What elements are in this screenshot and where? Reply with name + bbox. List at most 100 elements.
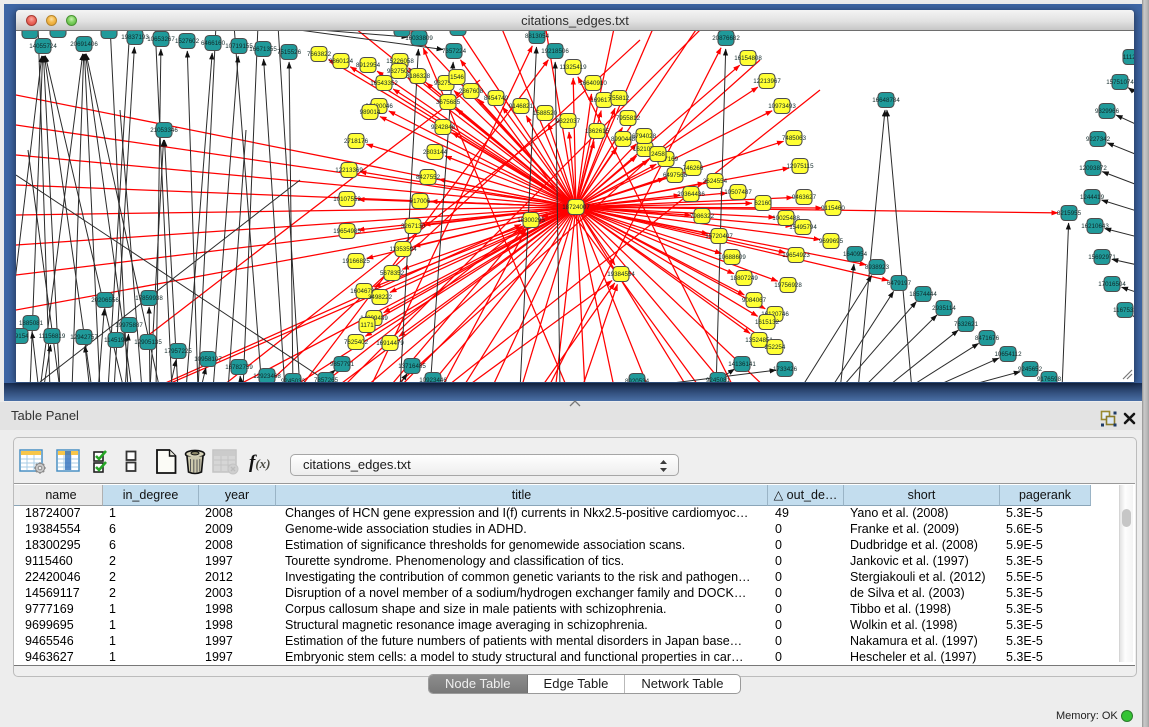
- svg-text:8920534: 8920534: [625, 378, 650, 382]
- svg-text:12942757: 12942757: [70, 334, 98, 341]
- svg-text:2718176: 2718176: [344, 138, 369, 145]
- svg-text:9329966: 9329966: [1095, 108, 1120, 115]
- svg-text:3675685: 3675685: [436, 99, 461, 106]
- svg-text:11353594: 11353594: [389, 246, 417, 253]
- svg-text:19218506: 19218506: [541, 48, 569, 55]
- svg-text:15495794: 15495794: [789, 224, 817, 231]
- svg-text:39154: 39154: [16, 333, 29, 340]
- svg-text:6794028: 6794028: [632, 133, 657, 140]
- svg-text:10107553: 10107553: [333, 196, 361, 203]
- svg-text:18807249: 18807249: [730, 275, 758, 282]
- svg-text:3624554: 3624554: [703, 178, 728, 185]
- svg-text:8990448: 8990448: [611, 136, 636, 143]
- svg-text:20876682: 20876682: [712, 35, 740, 42]
- svg-text:15751074: 15751074: [1106, 79, 1134, 86]
- svg-text:1588520: 1588520: [533, 110, 558, 117]
- svg-text:1171: 1171: [360, 322, 374, 329]
- svg-text:1244419: 1244419: [1080, 194, 1105, 201]
- svg-text:3267130: 3267130: [401, 223, 426, 230]
- svg-text:9857791: 9857791: [330, 361, 355, 368]
- svg-text:2803144: 2803144: [423, 149, 448, 156]
- svg-text:16210643: 16210643: [1081, 223, 1109, 230]
- svg-text:917006: 917006: [410, 198, 431, 205]
- svg-text:10653267: 10653267: [147, 36, 175, 43]
- svg-text:9699695: 9699695: [819, 238, 844, 245]
- svg-text:1546: 1546: [450, 74, 464, 81]
- svg-text:9463627: 9463627: [792, 194, 817, 201]
- svg-text:19166825: 19166825: [342, 258, 370, 265]
- svg-text:252254: 252254: [765, 344, 786, 351]
- svg-text:12093872: 12093872: [1079, 165, 1107, 172]
- svg-text:15720407: 15720407: [705, 233, 733, 240]
- svg-text:7625402: 7625402: [344, 339, 369, 346]
- svg-text:17859938: 17859938: [135, 295, 163, 302]
- svg-text:20691406: 20691406: [70, 41, 98, 48]
- svg-text:17957225: 17957225: [164, 348, 192, 355]
- svg-text:8813054: 8813054: [525, 33, 550, 40]
- svg-text:7515526: 7515526: [277, 49, 302, 56]
- svg-text:19654923: 19654923: [782, 252, 810, 259]
- svg-text:19975887: 19975887: [115, 322, 143, 329]
- svg-text:9860124: 9860124: [329, 58, 354, 65]
- svg-text:3498222: 3498222: [368, 294, 393, 301]
- svg-text:10654112: 10654112: [994, 351, 1022, 358]
- svg-text:12905135: 12905135: [134, 339, 162, 346]
- svg-text:9245033: 9245033: [281, 378, 306, 382]
- svg-text:15692971: 15692971: [1088, 254, 1116, 261]
- svg-text:13716485: 13716485: [398, 363, 426, 370]
- svg-text:1527602: 1527602: [175, 38, 200, 45]
- svg-text:755812: 755812: [609, 95, 630, 102]
- svg-text:6479197: 6479197: [887, 280, 912, 287]
- svg-text:11123: 11123: [1123, 54, 1134, 61]
- svg-text:1733426: 1733426: [773, 366, 798, 373]
- svg-text:9227342: 9227342: [1086, 136, 1111, 143]
- svg-text:8215955: 8215955: [1057, 210, 1082, 217]
- svg-text:16671355: 16671355: [249, 46, 277, 53]
- svg-text:16782759: 16782759: [225, 364, 253, 371]
- svg-text:8471676: 8471676: [975, 335, 1000, 342]
- svg-text:2867608: 2867608: [459, 88, 484, 95]
- svg-text:9245081: 9245081: [706, 377, 731, 382]
- svg-text:19384554: 19384554: [607, 271, 635, 278]
- svg-text:16033809: 16033809: [405, 35, 433, 42]
- svg-text:10958107: 10958107: [194, 356, 222, 363]
- svg-text:10507487: 10507487: [724, 189, 752, 196]
- svg-text:7955812: 7955812: [616, 115, 641, 122]
- svg-text:8912954: 8912954: [356, 62, 381, 69]
- svg-text:17016504: 17016504: [1098, 281, 1126, 288]
- svg-text:7857265: 7857265: [314, 377, 339, 382]
- svg-text:18300295: 18300295: [517, 217, 545, 224]
- svg-text:19756928: 19756928: [774, 282, 802, 289]
- svg-text:10973493: 10973493: [768, 103, 796, 110]
- svg-text:11325419: 11325419: [559, 64, 587, 71]
- svg-text:20206556: 20206556: [91, 297, 119, 304]
- svg-text:7663822: 7663822: [307, 51, 332, 58]
- svg-text:9242848: 9242848: [431, 124, 456, 131]
- svg-text:1885081: 1885081: [19, 320, 44, 327]
- svg-text:10923446: 10923446: [419, 377, 447, 382]
- svg-text:14136141: 14136141: [728, 361, 756, 368]
- svg-text:1615132: 1615132: [755, 319, 780, 326]
- svg-text:18574444: 18574444: [909, 291, 937, 298]
- svg-text:8186328: 8186328: [406, 73, 431, 80]
- svg-text:1167533: 1167533: [1113, 307, 1134, 314]
- svg-text:7357224: 7357224: [442, 48, 467, 55]
- svg-text:16543352: 16543352: [370, 80, 398, 87]
- svg-text:19837193: 19837193: [121, 34, 149, 41]
- svg-text:10688609: 10688609: [718, 254, 746, 261]
- svg-text:12923468: 12923468: [253, 373, 281, 380]
- svg-text:8427552: 8427552: [416, 174, 441, 181]
- svg-text:14055724: 14055724: [29, 43, 57, 50]
- svg-text:16914479: 16914479: [376, 340, 404, 347]
- svg-text:12213967: 12213967: [753, 78, 781, 85]
- svg-text:9115460: 9115460: [821, 205, 845, 212]
- svg-text:2935114: 2935114: [932, 305, 956, 312]
- svg-text:9176598: 9176598: [1037, 376, 1062, 382]
- svg-text:1362615: 1362615: [585, 128, 610, 135]
- svg-text:16648784: 16648784: [872, 97, 900, 104]
- svg-text:8938923: 8938923: [865, 264, 890, 271]
- svg-text:9245652: 9245652: [1018, 366, 1043, 373]
- svg-text:21053346: 21053346: [150, 127, 178, 134]
- svg-text:8454749: 8454749: [484, 95, 509, 102]
- svg-text:7632621: 7632621: [954, 321, 979, 328]
